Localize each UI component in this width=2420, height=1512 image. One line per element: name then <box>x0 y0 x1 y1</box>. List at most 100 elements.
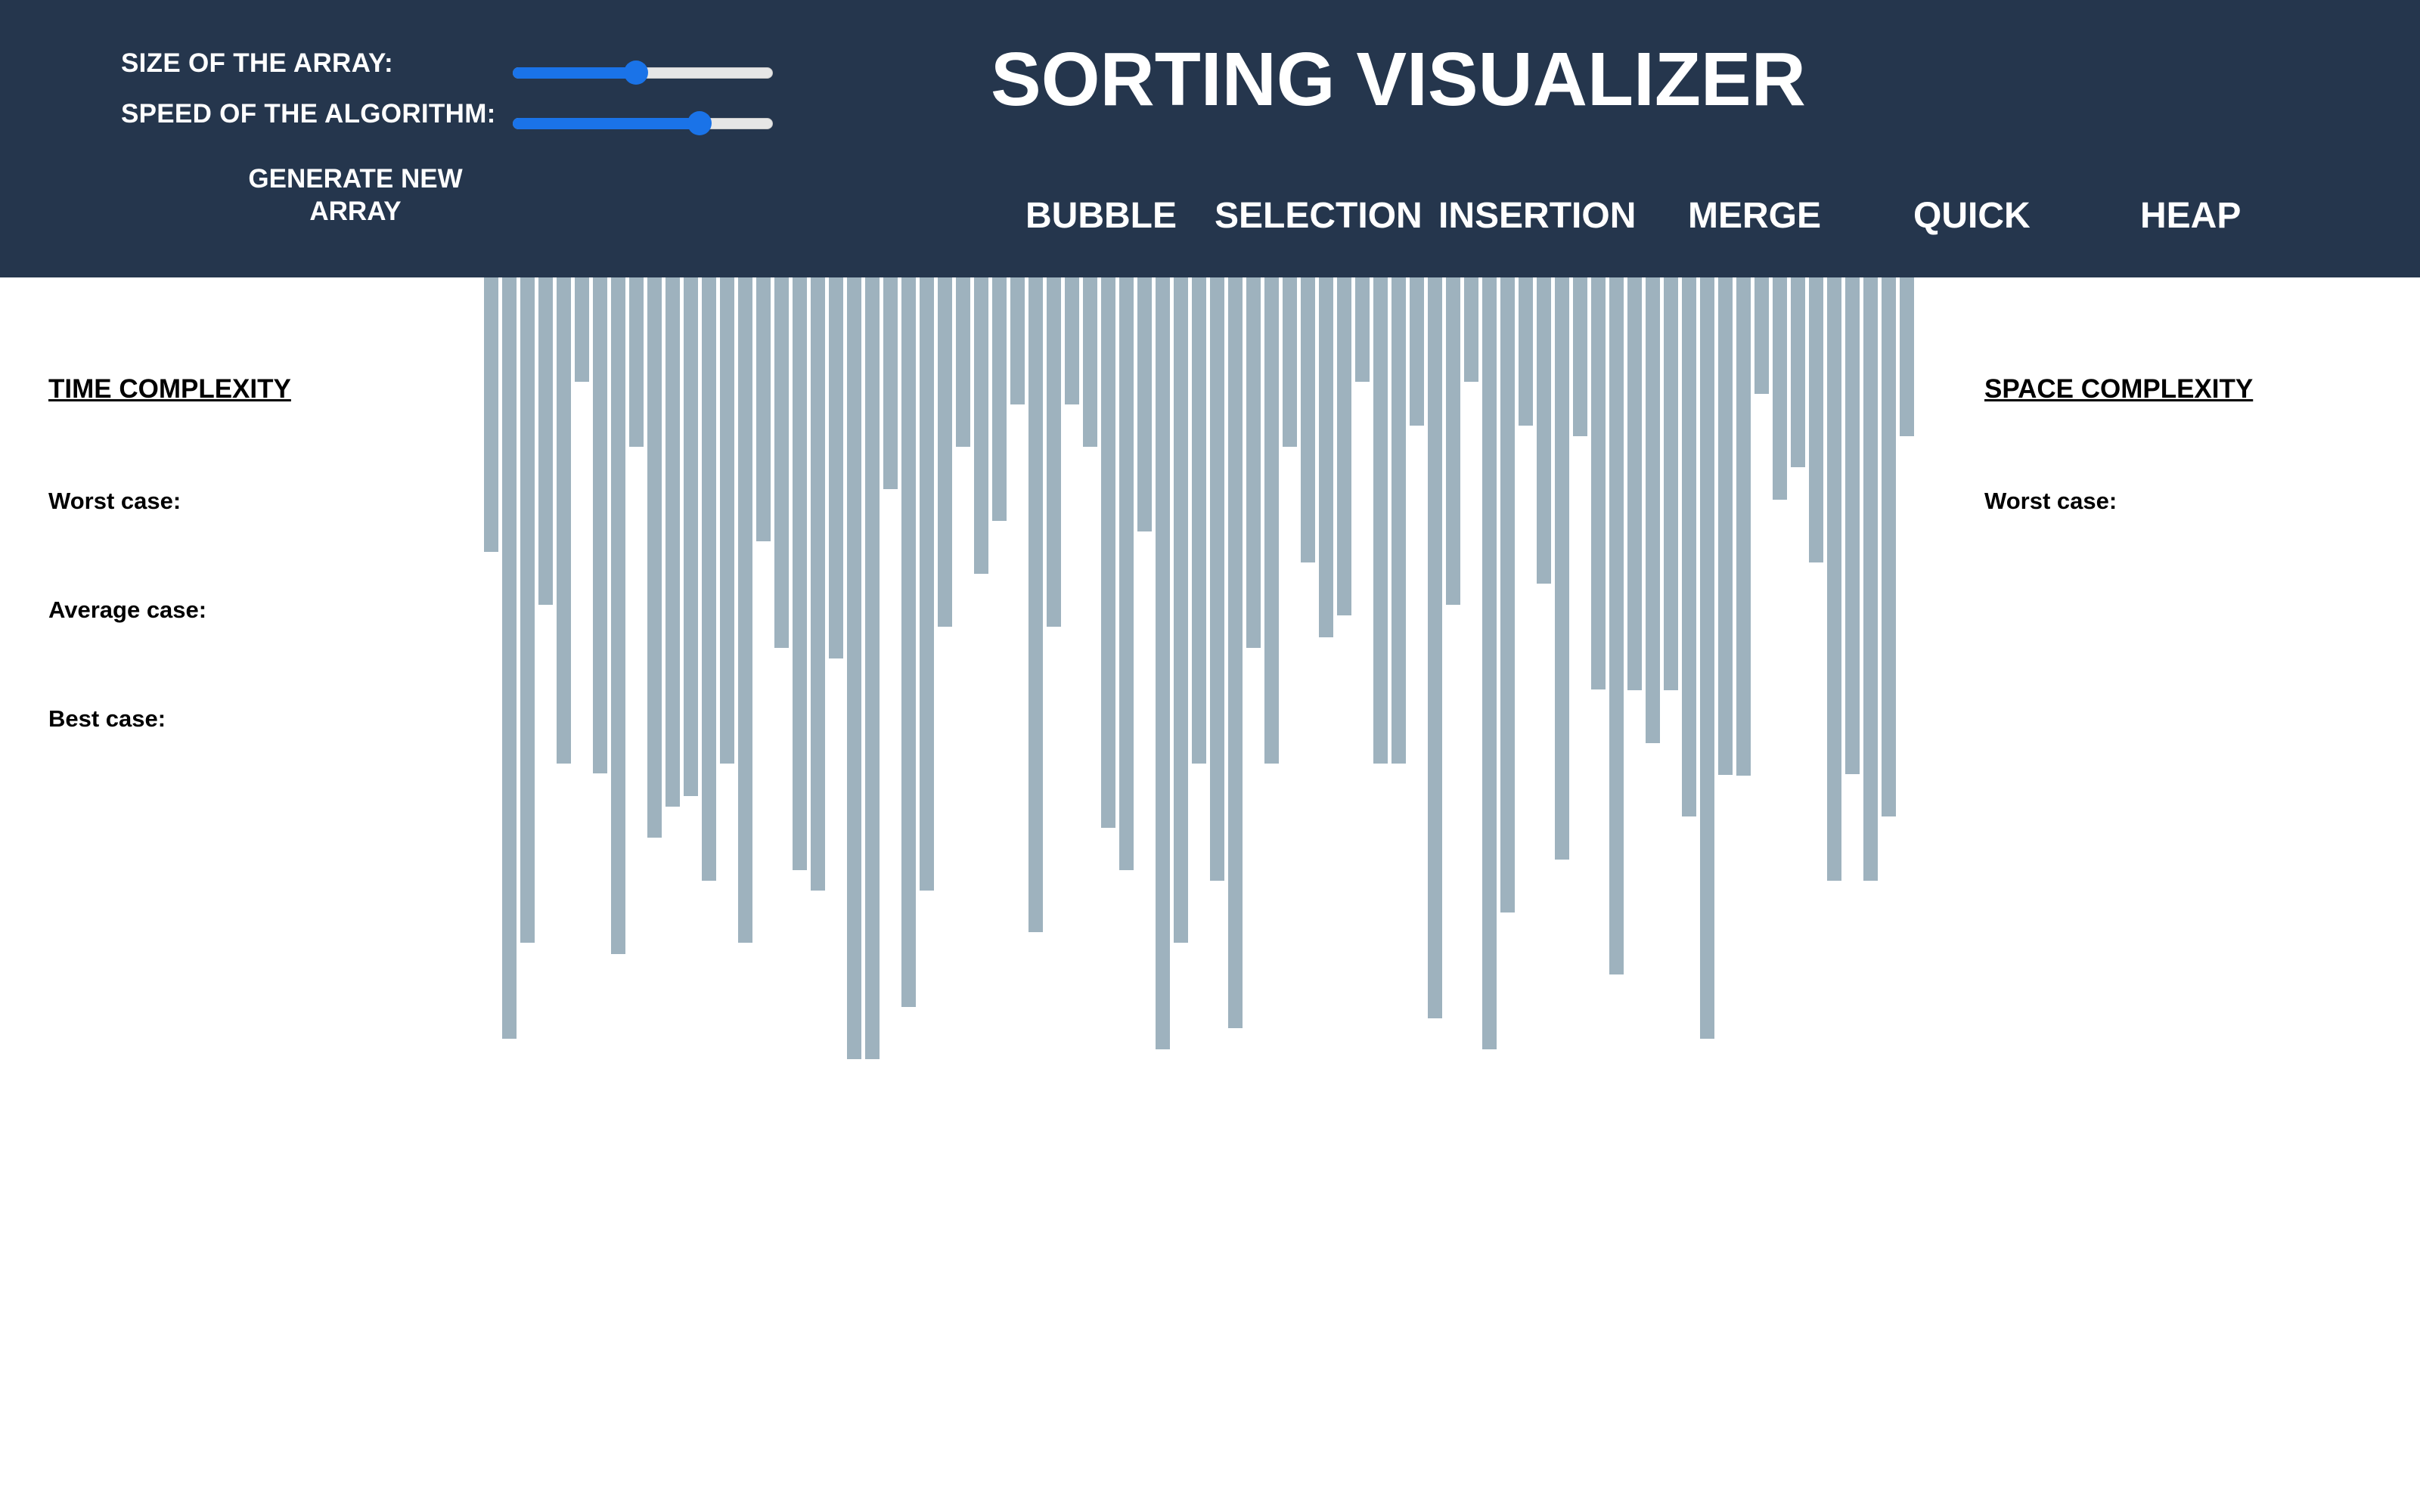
array-bar <box>774 277 789 648</box>
array-bar <box>1609 277 1624 974</box>
array-bar <box>865 277 880 1059</box>
array-bar <box>1827 277 1841 881</box>
array-bar <box>1246 277 1261 648</box>
array-bar <box>1301 277 1315 562</box>
array-bar <box>1446 277 1460 605</box>
top-bar: SIZE OF THE ARRAY: SPEED OF THE ALGORITH… <box>0 0 2420 277</box>
page-title: SORTING VISUALIZER <box>991 37 1806 122</box>
array-bar <box>883 277 898 489</box>
array-bar <box>666 277 680 807</box>
array-bar <box>793 277 807 870</box>
generate-label-line1: GENERATE NEW <box>248 164 463 194</box>
array-size-label: SIZE OF THE ARRAY: <box>121 48 393 78</box>
array-bar <box>1682 277 1696 816</box>
array-bar <box>1664 277 1678 690</box>
slider-fill <box>513 67 636 79</box>
array-bar <box>1845 277 1860 774</box>
array-bar <box>1863 277 1878 881</box>
space-worst-case: Worst case: <box>1984 488 2118 514</box>
array-bar <box>1646 277 1660 743</box>
generate-new-array-button[interactable]: GENERATE NEW ARRAY <box>212 163 499 228</box>
array-bar <box>1591 277 1606 689</box>
array-bar <box>1464 277 1478 382</box>
array-bar <box>1047 277 1061 627</box>
array-bar <box>1010 277 1025 404</box>
array-bar <box>1319 277 1333 637</box>
array-bar <box>720 277 734 764</box>
time-best-case: Best case: <box>48 705 166 732</box>
array-bar <box>1156 277 1170 1049</box>
array-bar <box>1373 277 1388 764</box>
quick-sort-button[interactable]: QUICK <box>1913 195 2031 237</box>
array-bar <box>1573 277 1587 436</box>
array-bar <box>629 277 644 447</box>
array-size-slider[interactable] <box>513 57 773 88</box>
array-bar <box>738 277 752 943</box>
array-bar <box>1773 277 1787 500</box>
array-bars-container <box>484 277 1936 1109</box>
array-bar <box>1264 277 1279 764</box>
array-bar <box>1355 277 1370 382</box>
array-bar <box>1210 277 1224 881</box>
array-bar <box>974 277 988 574</box>
array-bar <box>1791 277 1805 467</box>
array-bar <box>1428 277 1442 1018</box>
array-bar <box>847 277 861 1059</box>
array-bar <box>1392 277 1406 764</box>
array-bar <box>1519 277 1533 426</box>
algorithm-speed-slider[interactable] <box>513 108 773 138</box>
generate-label-line2: ARRAY <box>309 197 402 226</box>
array-bar <box>1228 277 1243 1028</box>
array-bar <box>1500 277 1515 912</box>
array-bar <box>811 277 825 891</box>
array-bar <box>920 277 934 891</box>
slider-thumb[interactable] <box>687 111 712 135</box>
slider-fill <box>513 118 700 129</box>
array-bar <box>502 277 517 1039</box>
array-bar <box>593 277 607 773</box>
array-bar <box>1283 277 1297 447</box>
insertion-sort-button[interactable]: INSERTION <box>1438 195 1636 237</box>
array-bar <box>1555 277 1569 860</box>
merge-sort-button[interactable]: MERGE <box>1688 195 1821 237</box>
array-bar <box>901 277 916 1007</box>
array-bar <box>611 277 625 954</box>
array-bar <box>756 277 771 541</box>
array-bar <box>1065 277 1079 404</box>
array-bar <box>575 277 589 382</box>
array-bar <box>1192 277 1206 764</box>
array-bar <box>1700 277 1714 1039</box>
array-bar <box>647 277 662 838</box>
array-bar <box>1174 277 1188 943</box>
space-complexity-heading: SPACE COMPLEXITY <box>1984 374 2254 404</box>
array-bar <box>829 277 843 658</box>
array-bar <box>684 277 698 796</box>
array-bar <box>1882 277 1896 816</box>
heap-sort-button[interactable]: HEAP <box>2140 195 2241 237</box>
array-bar <box>1537 277 1551 584</box>
array-bar <box>1137 277 1152 531</box>
selection-sort-button[interactable]: SELECTION <box>1215 195 1423 237</box>
array-bar <box>1736 277 1751 776</box>
array-bar <box>1101 277 1115 828</box>
time-complexity-heading: TIME COMPLEXITY <box>48 374 291 404</box>
array-bar <box>1809 277 1823 562</box>
array-bar <box>992 277 1007 521</box>
slider-thumb[interactable] <box>623 60 648 85</box>
bubble-sort-button[interactable]: BUBBLE <box>1025 195 1177 237</box>
array-bar <box>484 277 498 552</box>
array-bar <box>520 277 535 943</box>
array-bar <box>956 277 970 447</box>
array-bar <box>557 277 571 764</box>
array-bar <box>1754 277 1769 394</box>
array-bar <box>1410 277 1424 426</box>
array-bar <box>938 277 952 627</box>
array-bar <box>1337 277 1351 615</box>
array-bar <box>538 277 553 605</box>
array-bar <box>1627 277 1642 690</box>
time-average-case: Average case: <box>48 596 207 623</box>
array-bar <box>1718 277 1733 775</box>
array-bar <box>1900 277 1914 436</box>
time-worst-case: Worst case: <box>48 488 182 514</box>
array-bar <box>702 277 716 881</box>
